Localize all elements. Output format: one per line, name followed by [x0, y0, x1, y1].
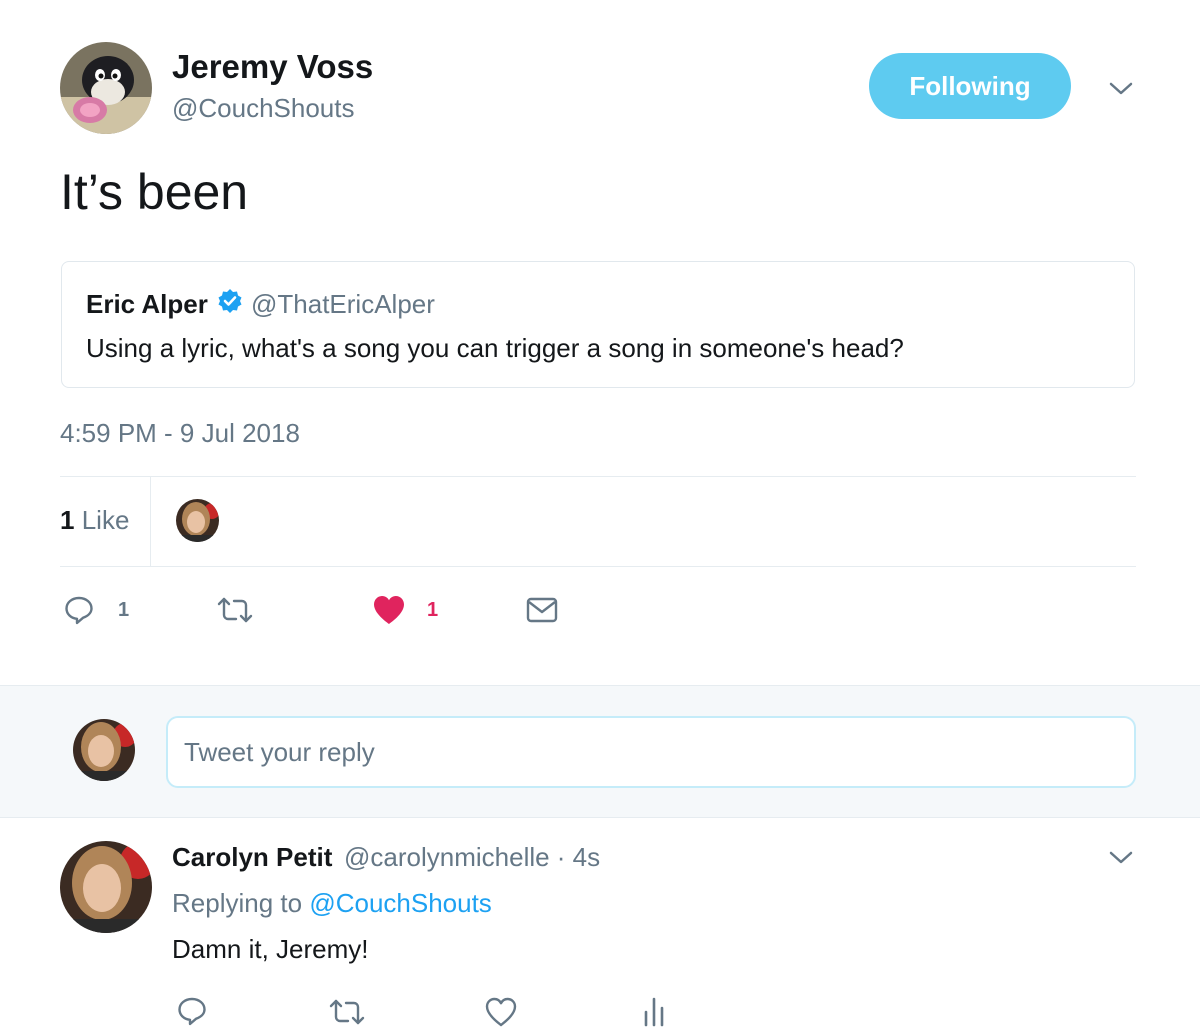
reply-menu-chevron-icon[interactable]: [1108, 847, 1134, 872]
liker-avatar[interactable]: [176, 499, 219, 542]
author-avatar[interactable]: [60, 42, 152, 134]
like-count: 1: [427, 599, 439, 621]
direct-message-icon[interactable]: [526, 596, 558, 629]
quoted-author-handle[interactable]: @ThatEricAlper: [251, 289, 435, 320]
author-name[interactable]: Jeremy Voss: [172, 48, 373, 86]
analytics-icon[interactable]: [642, 996, 666, 1033]
like-icon[interactable]: [484, 996, 518, 1033]
reply-text: Damn it, Jeremy!: [172, 934, 369, 964]
quoted-tweet-card[interactable]: [61, 261, 1135, 388]
reply-icon[interactable]: [176, 995, 208, 1032]
tweet-text: It’s been: [60, 164, 249, 220]
current-user-avatar[interactable]: [73, 719, 135, 781]
tweet-menu-chevron-icon[interactable]: [1108, 78, 1134, 103]
divider: [150, 477, 151, 566]
retweet-icon[interactable]: [328, 997, 366, 1032]
verified-badge-icon: [217, 288, 243, 314]
likes-stat[interactable]: 1 Like: [60, 505, 129, 536]
reply-author-handle-time[interactable]: @carolynmichelle · 4s: [344, 842, 600, 873]
author-handle[interactable]: @CouchShouts: [172, 93, 355, 124]
tweet-timestamp[interactable]: 4:59 PM - 9 Jul 2018: [60, 418, 300, 449]
quoted-author-name[interactable]: Eric Alper: [86, 289, 208, 320]
following-button[interactable]: Following: [869, 53, 1071, 119]
liked-heart-icon[interactable]: [372, 594, 406, 631]
reply-author-name[interactable]: Carolyn Petit: [172, 842, 332, 873]
retweet-icon[interactable]: [216, 595, 254, 630]
likes-count: 1: [60, 505, 75, 535]
reply-author-avatar[interactable]: [60, 841, 152, 933]
reply-input[interactable]: [166, 716, 1136, 788]
quoted-tweet-text: Using a lyric, what's a song you can tri…: [86, 333, 904, 363]
replying-to-line: Replying to @CouchShouts: [172, 888, 492, 919]
reply-count: 1: [118, 599, 130, 621]
divider: [60, 566, 1136, 567]
likes-label: Like: [81, 505, 130, 535]
reply-icon[interactable]: [63, 594, 95, 631]
replying-to-mention[interactable]: @CouchShouts: [309, 888, 492, 918]
replying-to-label: Replying to: [172, 888, 303, 918]
divider: [60, 476, 1136, 477]
